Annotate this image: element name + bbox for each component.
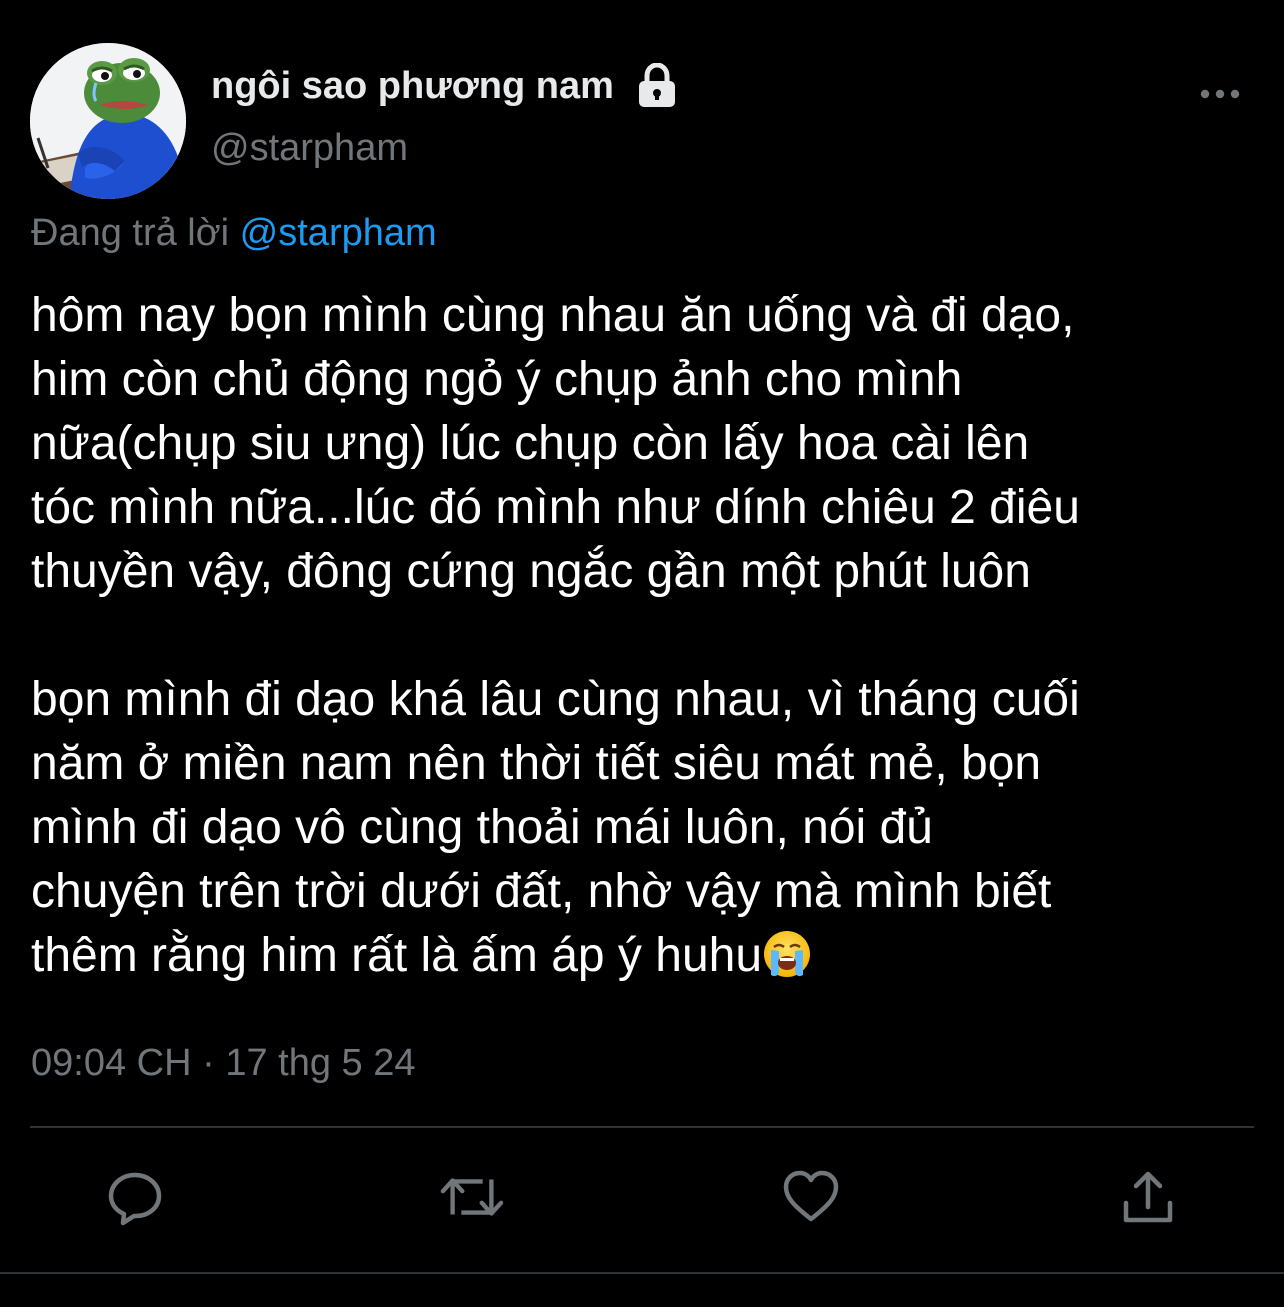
retweet-button[interactable] <box>440 1165 504 1229</box>
tweet-paragraph-2-text: bọn mình đi dạo khá lâu cùng nhau, vì th… <box>31 673 1080 982</box>
tweet-time[interactable]: 09:04 CH <box>31 1042 192 1084</box>
avatar[interactable] <box>30 43 186 199</box>
divider <box>30 1126 1254 1128</box>
heart-icon <box>783 1170 839 1222</box>
tweet: ngôi sao phương nam @starpham Đang trả l… <box>0 0 1284 1307</box>
retweet-icon <box>440 1178 504 1216</box>
tweet-paragraph-1: hôm nay bọn mình cùng nhau ăn uống và đi… <box>31 289 1080 598</box>
replying-to-label: Đang trả lời <box>31 212 230 254</box>
timestamp-separator: · <box>202 1042 215 1084</box>
more-icon <box>1200 89 1240 99</box>
crying-face-emoji-icon <box>762 929 812 979</box>
display-name-row[interactable]: ngôi sao phương nam <box>211 60 678 112</box>
more-button[interactable] <box>1192 74 1248 114</box>
tweet-text: hôm nay bọn mình cùng nhau ăn uống và đi… <box>31 284 1281 988</box>
lock-icon <box>636 62 678 109</box>
reply-icon <box>108 1172 162 1226</box>
tweet-date[interactable]: 17 thg 5 24 <box>225 1042 415 1084</box>
replying-to-handle[interactable]: @starpham <box>240 212 437 254</box>
replying-to: Đang trả lời @starpham <box>31 212 437 255</box>
display-name: ngôi sao phương nam <box>211 64 614 107</box>
divider <box>0 1272 1284 1274</box>
reply-button[interactable] <box>103 1165 167 1229</box>
user-handle[interactable]: @starpham <box>211 127 408 170</box>
like-button[interactable] <box>779 1165 843 1229</box>
share-icon <box>1123 1171 1173 1223</box>
frog-avatar-icon <box>30 43 186 199</box>
timestamp: 09:04 CH · 17 thg 5 24 <box>31 1042 416 1085</box>
share-button[interactable] <box>1116 1165 1180 1229</box>
tweet-paragraph-2: bọn mình đi dạo khá lâu cùng nhau, vì th… <box>31 668 1281 988</box>
